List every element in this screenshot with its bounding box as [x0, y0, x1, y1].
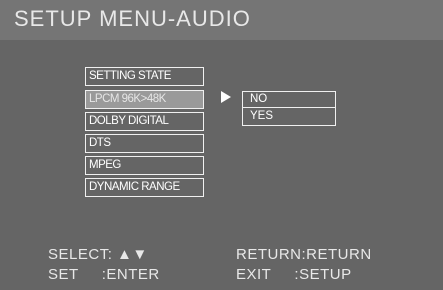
footer-select-hint: SELECT: ▲▼ — [48, 246, 148, 263]
footer-set-hint: SET :ENTER — [48, 266, 160, 283]
footer-return-hint: RETURN:RETURN — [236, 246, 372, 263]
title-bar: SETUP MENU-AUDIO — [0, 0, 443, 40]
page-title: SETUP MENU-AUDIO — [14, 6, 251, 31]
menu-item-dolby-digital[interactable]: DOLBY DIGITAL — [85, 112, 204, 131]
menu-item-lpcm[interactable]: LPCM 96K>48K — [85, 90, 204, 109]
option-box: NO YES — [242, 91, 336, 126]
menu-item-setting-state[interactable]: SETTING STATE — [85, 67, 204, 86]
setup-screen: SETUP MENU-AUDIO SETTING STATE LPCM 96K>… — [0, 0, 443, 290]
menu-item-dts[interactable]: DTS — [85, 134, 204, 153]
menu-item-mpeg[interactable]: MPEG — [85, 156, 204, 175]
option-yes[interactable]: YES — [243, 109, 335, 125]
footer-exit-hint: EXIT :SETUP — [236, 266, 352, 283]
right-triangle-icon — [221, 91, 231, 103]
menu-item-dynamic-range[interactable]: DYNAMIC RANGE — [85, 178, 204, 197]
audio-menu-list: SETTING STATE LPCM 96K>48K DOLBY DIGITAL… — [85, 67, 206, 199]
option-no[interactable]: NO — [243, 92, 335, 108]
